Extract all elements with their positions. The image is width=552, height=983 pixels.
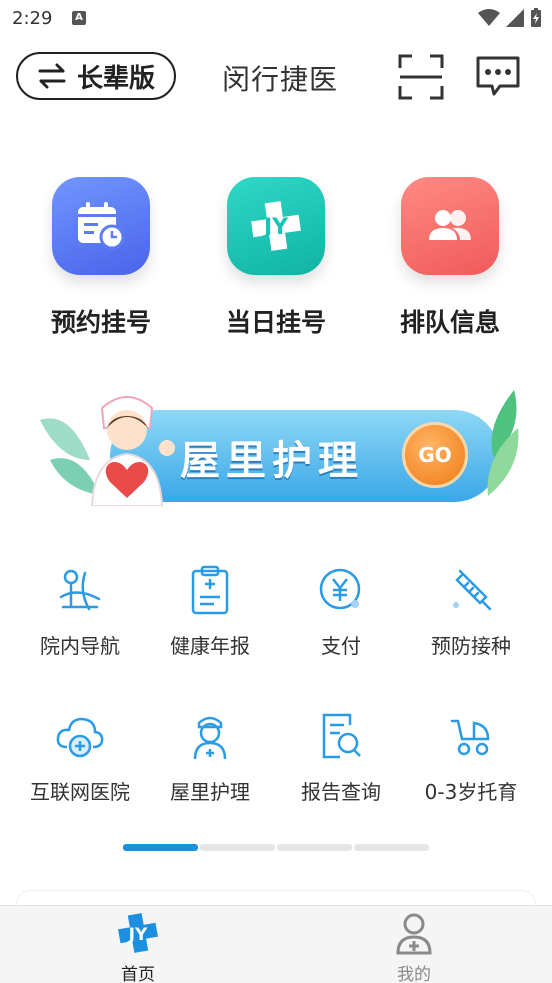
profile-icon bbox=[391, 910, 437, 956]
nav-label: 首页 bbox=[121, 965, 155, 983]
status-time: 2:29 bbox=[12, 8, 53, 29]
top-header: 长辈版 闵行捷医 bbox=[0, 40, 552, 114]
syringe-icon bbox=[445, 564, 497, 616]
banner-title: 屋里护理 bbox=[180, 438, 364, 484]
navigation-map-icon bbox=[54, 564, 106, 616]
service-label: 预防接种 bbox=[431, 634, 511, 658]
people-icon bbox=[401, 177, 499, 275]
page-dot bbox=[277, 844, 352, 851]
quick-action-label: 当日挂号 bbox=[225, 308, 326, 337]
service-label: 健康年报 bbox=[170, 634, 250, 658]
home-jy-icon: JY bbox=[115, 910, 161, 956]
status-indicators bbox=[478, 8, 542, 28]
nav-home[interactable]: JY 首页 bbox=[63, 906, 213, 983]
battery-icon bbox=[531, 8, 541, 27]
grid-page-indicator bbox=[123, 844, 429, 851]
service-label: 院内导航 bbox=[40, 634, 120, 658]
svg-text:JY: JY bbox=[262, 215, 289, 240]
elder-mode-button[interactable]: 长辈版 bbox=[16, 52, 176, 100]
nurse-illustration bbox=[90, 396, 175, 506]
service-indoor-navigation[interactable]: 院内导航 bbox=[11, 564, 149, 659]
health-report-icon bbox=[184, 564, 236, 616]
signal-icon bbox=[506, 9, 524, 27]
quick-action-appointment[interactable]: 预约挂号 bbox=[26, 175, 176, 339]
scan-icon bbox=[398, 54, 444, 100]
nurse-icon bbox=[184, 710, 236, 762]
service-internet-hospital[interactable]: 互联网医院 bbox=[11, 710, 149, 805]
quick-action-label: 预约挂号 bbox=[50, 308, 151, 337]
leaf-decoration-right bbox=[487, 390, 519, 496]
nav-profile[interactable]: 我的 bbox=[339, 906, 489, 983]
status-bar: 2:29 A bbox=[0, 0, 552, 40]
yuan-payment-icon bbox=[315, 564, 367, 616]
nav-label: 我的 bbox=[397, 965, 431, 983]
quick-actions: 预约挂号 JY 当日挂号 排队信息 bbox=[0, 175, 552, 345]
cloud-hospital-icon bbox=[54, 710, 106, 762]
service-report-query[interactable]: 报告查询 bbox=[272, 710, 410, 805]
service-label: 报告查询 bbox=[301, 780, 381, 804]
service-label: 互联网医院 bbox=[30, 780, 130, 804]
page-dot bbox=[354, 844, 429, 851]
service-health-report[interactable]: 健康年报 bbox=[141, 564, 279, 659]
switch-arrows-icon bbox=[38, 63, 66, 89]
service-label: 支付 bbox=[321, 634, 361, 658]
home-care-banner[interactable]: 屋里护理 GO bbox=[30, 388, 522, 508]
service-payment[interactable]: 支付 bbox=[272, 564, 410, 659]
service-home-care[interactable]: 屋里护理 bbox=[141, 710, 279, 805]
page-dot bbox=[200, 844, 275, 851]
page-dot-active bbox=[123, 844, 198, 851]
bottom-navigation: JY 首页 我的 bbox=[0, 905, 552, 983]
message-button[interactable] bbox=[474, 54, 522, 100]
calendar-clock-icon bbox=[52, 177, 150, 275]
quick-action-same-day[interactable]: JY 当日挂号 bbox=[201, 175, 351, 339]
service-vaccination[interactable]: 预防接种 bbox=[402, 564, 540, 659]
jy-logo-icon: JY bbox=[227, 177, 325, 275]
quick-action-label: 排队信息 bbox=[399, 308, 500, 337]
report-search-icon bbox=[315, 710, 367, 762]
service-childcare[interactable]: 0-3岁托育 bbox=[402, 710, 540, 805]
svg-text:JY: JY bbox=[128, 925, 148, 945]
banner-go-button[interactable]: GO bbox=[402, 422, 468, 488]
service-label: 屋里护理 bbox=[170, 780, 250, 804]
stroller-icon bbox=[445, 710, 497, 762]
page-title: 闵行捷医 bbox=[221, 63, 338, 96]
wifi-icon bbox=[478, 9, 500, 26]
message-icon bbox=[476, 56, 520, 96]
scan-button[interactable] bbox=[398, 54, 444, 100]
elder-mode-label: 长辈版 bbox=[76, 63, 155, 94]
quick-action-queue[interactable]: 排队信息 bbox=[375, 175, 525, 339]
notification-icon: A bbox=[72, 11, 86, 25]
service-label: 0-3岁托育 bbox=[424, 780, 518, 804]
